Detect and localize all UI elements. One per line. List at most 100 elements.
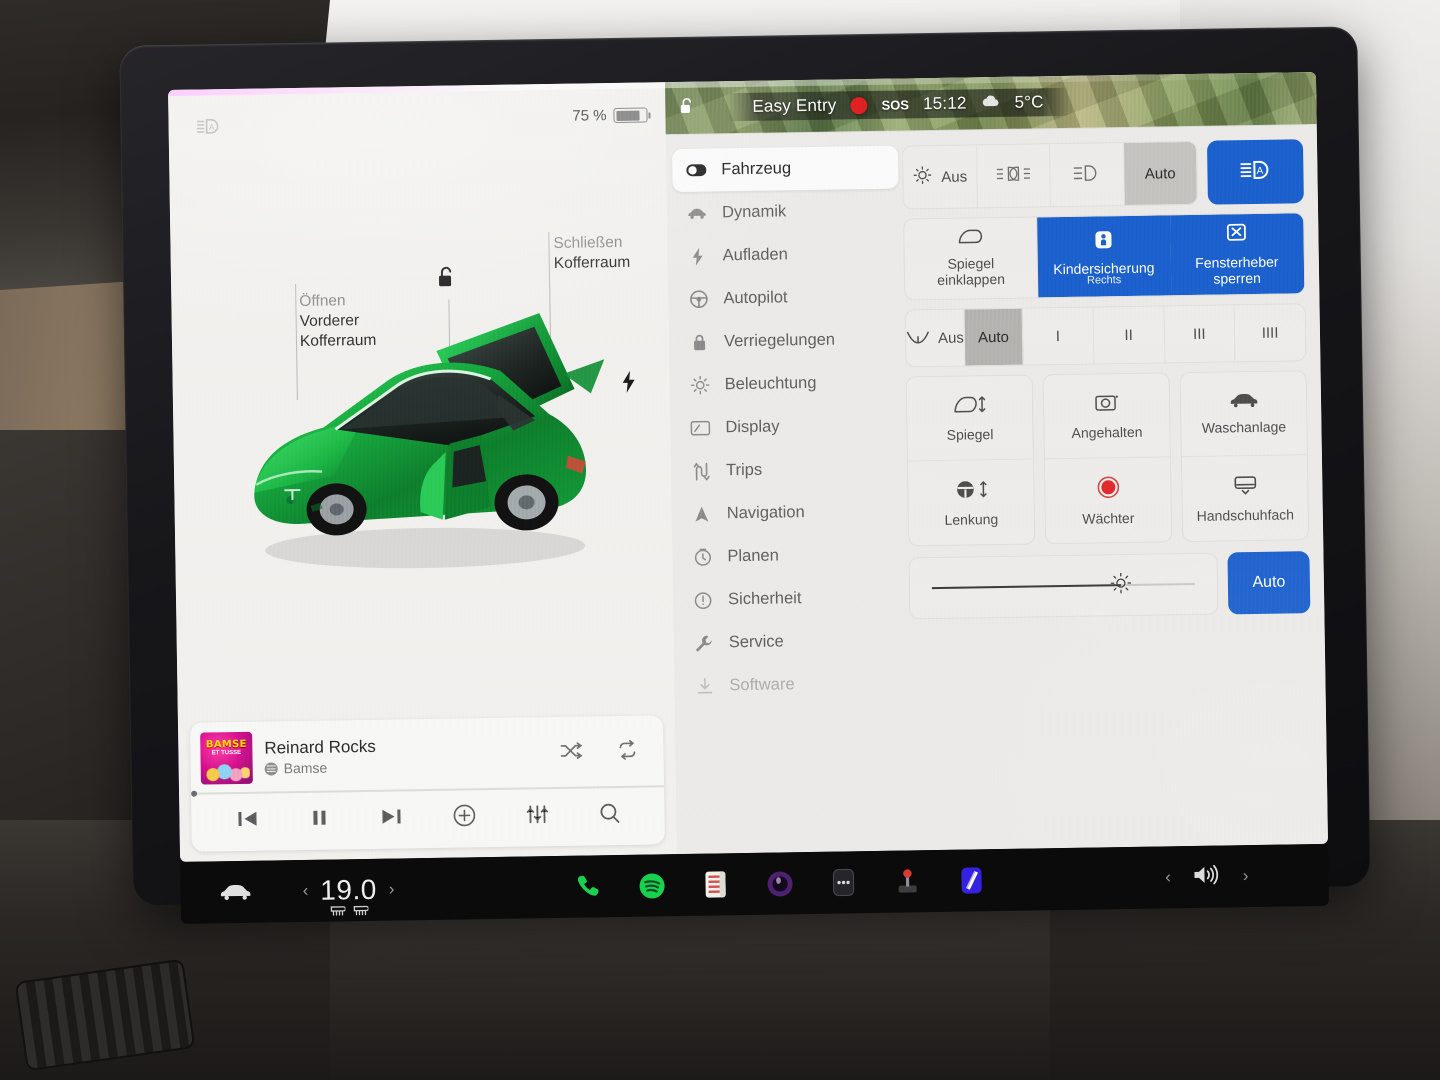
album-art-title: BAMSE: [205, 738, 247, 751]
dashcam-stopped-button[interactable]: Angehalten: [1043, 373, 1170, 460]
brightness-slider[interactable]: [908, 552, 1219, 620]
car-wash-button[interactable]: Waschanlage: [1180, 371, 1307, 458]
wiper-speed-1-option[interactable]: I: [1022, 307, 1095, 365]
window-lock-line2: sperren: [1213, 270, 1261, 287]
spotify-app[interactable]: [635, 868, 670, 903]
sidebar-item-display[interactable]: Display: [676, 404, 903, 451]
sidebar-label: Beleuchtung: [724, 373, 817, 394]
seat-heater-icons[interactable]: [329, 904, 369, 917]
trunk-label[interactable]: Schließen Kofferraum: [553, 233, 630, 274]
cloud-icon: [980, 93, 1000, 112]
wiper-icon: [906, 328, 930, 348]
sidebar-item-navigation[interactable]: Navigation: [677, 490, 904, 537]
status-time: 15:12: [922, 93, 967, 114]
search-media-button[interactable]: [597, 801, 621, 830]
sidebar-item-verriegelungen[interactable]: Verriegelungen: [675, 318, 902, 365]
lights-row: Aus Auto A: [901, 139, 1304, 210]
equalizer-button[interactable]: [524, 802, 550, 831]
sidebar-item-beleuchtung[interactable]: Beleuchtung: [675, 361, 902, 408]
wiper-off-label: Aus: [937, 329, 965, 347]
screen-body: 75 % A Öffnen Vorderer Kofferraum Schlie…: [168, 71, 1329, 862]
warning-icon: [693, 591, 713, 609]
add-to-library-button[interactable]: [451, 802, 477, 833]
mirror-icon: [957, 228, 983, 248]
parking-light-option[interactable]: [976, 144, 1051, 208]
vehicle-controls: Aus Auto A Spiegel einklappen Kindersich…: [898, 125, 1328, 850]
touchscreen[interactable]: Easy Entry SOS 15:12 5°C 75 % A Öffnen V…: [168, 71, 1329, 862]
media-player-card[interactable]: BAMSE ET TUSSE Reinard Rocks Bamse: [189, 715, 665, 852]
display-icon: [690, 420, 711, 436]
quick-actions-col-1: Spiegel Lenkung: [905, 374, 1036, 547]
album-art[interactable]: BAMSE ET TUSSE: [200, 731, 253, 785]
battery-indicator[interactable]: 75 %: [572, 106, 648, 125]
sidebar-item-sicherheit[interactable]: Sicherheit: [679, 576, 906, 623]
battery-icon: [613, 107, 648, 124]
toybox-app[interactable]: [955, 863, 990, 898]
volume-control[interactable]: ‹ ›: [1165, 862, 1249, 892]
vehicle-visual-panel: 75 % A Öffnen Vorderer Kofferraum Schlie…: [168, 82, 678, 862]
track-artist: Bamse: [283, 759, 328, 777]
shuffle-icon[interactable]: [549, 740, 593, 766]
navigation-icon: [692, 506, 712, 523]
glovebox-button[interactable]: Handschuhfach: [1182, 455, 1308, 541]
pause-button[interactable]: [308, 806, 332, 835]
child-lock-button[interactable]: Kindersicherung Rechts: [1037, 215, 1172, 298]
brightness-track[interactable]: [931, 572, 1195, 593]
climate-control[interactable]: ‹ 19.0 ›: [302, 874, 395, 916]
brightness-auto-button[interactable]: Auto: [1227, 551, 1311, 615]
sentry-mode-button[interactable]: Wächter: [1045, 457, 1171, 543]
sidebar-item-dynamik[interactable]: Dynamik: [673, 189, 900, 236]
fold-mirrors-button[interactable]: Spiegel einklappen: [904, 217, 1039, 300]
more-apps-button[interactable]: [827, 865, 862, 900]
brightness-icon[interactable]: [1108, 569, 1134, 600]
volume-icon[interactable]: [1193, 862, 1221, 891]
next-track-button[interactable]: [378, 804, 404, 833]
headlight-auto-option[interactable]: Auto: [1123, 141, 1197, 206]
sidebar-item-fahrzeug[interactable]: Fahrzeug: [672, 145, 899, 193]
photo-scene: Easy Entry SOS 15:12 5°C 75 % A Öffnen V…: [0, 0, 1440, 1080]
chevron-left-icon[interactable]: ‹: [302, 881, 308, 901]
wiper-speed-2-option[interactable]: II: [1093, 306, 1165, 364]
tesla-model-y-green[interactable]: [211, 273, 636, 600]
sidebar-item-autopilot[interactable]: Autopilot: [674, 275, 901, 322]
auto-high-beam-button[interactable]: A: [1206, 139, 1304, 205]
volume-up-button[interactable]: ›: [1243, 866, 1249, 886]
sidebar-item-trips[interactable]: Trips: [677, 447, 904, 494]
lock-icon: [689, 333, 709, 351]
headlight-off-option[interactable]: Aus: [903, 145, 978, 209]
wiper-speed-4-label: IIII: [1261, 324, 1279, 342]
sos-label[interactable]: SOS: [881, 97, 909, 112]
calendar-app[interactable]: [699, 867, 734, 902]
wiper-speed-3-label: III: [1192, 325, 1206, 343]
wiper-off-option[interactable]: Aus: [905, 309, 966, 367]
window-lock-button[interactable]: Fensterheber sperren: [1170, 213, 1305, 296]
sidebar-item-planen[interactable]: Planen: [678, 533, 905, 580]
wiper-speed-4-option[interactable]: IIII: [1235, 304, 1306, 361]
touchscreen-bezel: Easy Entry SOS 15:12 5°C 75 % A Öffnen V…: [119, 26, 1371, 924]
volume-down-button[interactable]: ‹: [1165, 867, 1171, 887]
child-lock-sublabel: Rechts: [1086, 273, 1122, 287]
sidebar-item-service[interactable]: Service: [679, 618, 906, 665]
wiper-speed-3-option[interactable]: III: [1164, 305, 1236, 363]
dashcam-label: Angehalten: [1071, 423, 1143, 441]
trunk-action: Schließen: [553, 233, 623, 252]
low-beam-option[interactable]: [1049, 143, 1125, 207]
arcade-app[interactable]: [891, 864, 926, 899]
previous-track-button[interactable]: [235, 807, 261, 836]
camera-app[interactable]: [763, 866, 798, 901]
mirror-adjust-button[interactable]: Spiegel: [906, 375, 1033, 462]
steering-adjust-icon: [953, 478, 989, 504]
phone-app[interactable]: [571, 869, 606, 904]
wiper-auto-option[interactable]: Auto: [964, 308, 1024, 366]
sidebar-label: Planen: [727, 546, 779, 566]
media-controls: [191, 787, 665, 851]
sidebar-item-software[interactable]: Software: [680, 661, 907, 708]
steering-adjust-button[interactable]: Lenkung: [908, 459, 1034, 545]
car-status-button[interactable]: [180, 882, 290, 902]
battery-percent: 75 %: [572, 107, 607, 125]
car-wash-icon: [1228, 392, 1258, 411]
sidebar-label: Aufladen: [722, 245, 788, 265]
sidebar-item-aufladen[interactable]: Aufladen: [673, 232, 900, 279]
repeat-icon[interactable]: [605, 739, 649, 765]
brightness-auto-label: Auto: [1252, 573, 1286, 592]
